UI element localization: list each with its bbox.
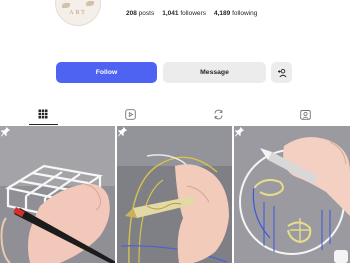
follow-button[interactable]: Follow	[56, 62, 157, 83]
post-thumbnail[interactable]	[117, 126, 232, 263]
tab-tagged[interactable]	[247, 103, 350, 125]
stat-posts[interactable]: 208 posts	[126, 10, 154, 17]
tagged-icon	[299, 109, 311, 120]
post-image-arch-drawing	[117, 126, 232, 263]
suggest-accounts-button[interactable]	[271, 62, 292, 83]
post-image-wreath-drawing	[234, 126, 350, 263]
reels-icon	[124, 108, 136, 120]
avatar-leaf-decoration	[62, 3, 70, 8]
grid-icon	[38, 109, 48, 119]
stat-followers[interactable]: 1,041 followers	[162, 10, 206, 17]
add-person-icon	[277, 68, 287, 77]
profile-avatar[interactable]: ART	[55, 0, 101, 26]
pinned-icon	[117, 126, 128, 137]
reposts-icon	[214, 109, 222, 119]
profile-tabs	[0, 103, 350, 125]
message-button[interactable]: Message	[163, 62, 266, 83]
pinned-icon	[0, 126, 11, 137]
avatar-leaf-decoration	[86, 1, 94, 6]
post-thumbnail[interactable]	[234, 126, 350, 263]
post-image-grid-drawing	[0, 126, 115, 263]
post-thumbnail[interactable]	[0, 126, 115, 263]
pinned-icon	[234, 126, 245, 137]
active-tab-indicator	[29, 124, 58, 125]
profile-stats: 208 posts 1,041 followers 4,189 followin…	[126, 10, 257, 17]
posts-grid	[0, 126, 350, 263]
stat-following[interactable]: 4,189 following	[214, 10, 257, 17]
avatar-logo-text: ART	[69, 10, 87, 16]
